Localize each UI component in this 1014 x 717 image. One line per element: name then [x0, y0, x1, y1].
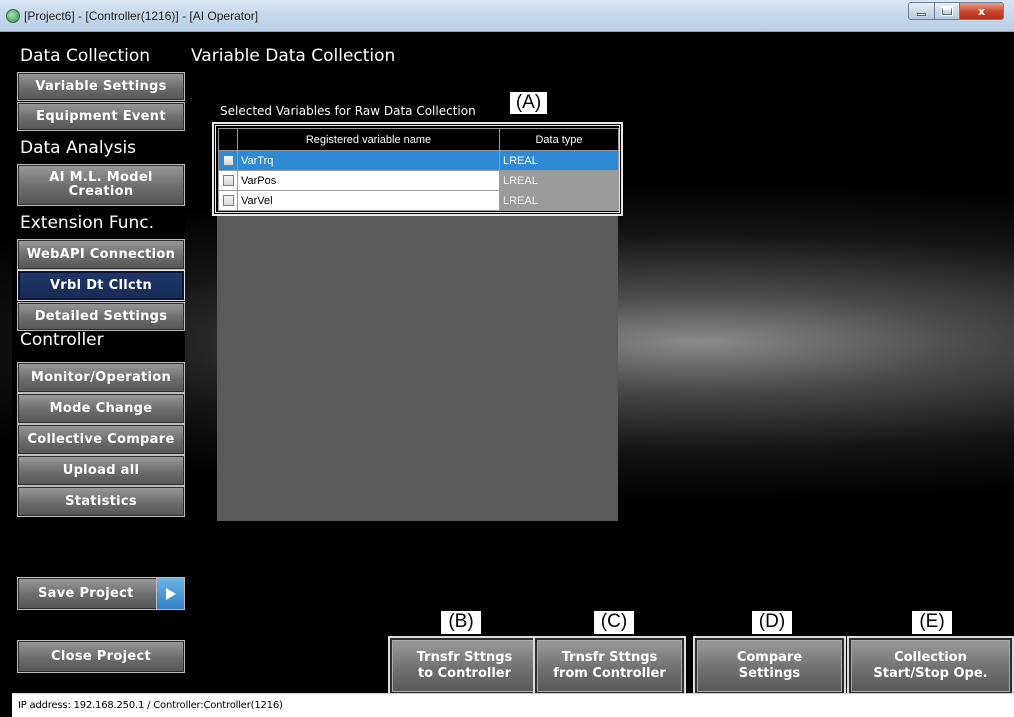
row-checkbox[interactable]	[222, 175, 234, 187]
table-row[interactable]: VarTrq LREAL	[218, 150, 619, 171]
connection-status-text: IP address: 192.168.250.1 / Controller:C…	[18, 700, 283, 711]
transfer-settings-from-controller-button[interactable]: Trnsfr Sttngs from Controller	[533, 636, 686, 696]
data-type-cell[interactable]: LREAL	[499, 190, 619, 211]
section-extension: Extension Func.	[20, 213, 155, 233]
column-header-variable-name[interactable]: Registered variable name	[237, 128, 500, 151]
sidebar-item-detailed-settings[interactable]: Detailed Settings	[17, 302, 185, 331]
close-icon: x	[977, 4, 986, 18]
sidebar-item-monitor-operation[interactable]: Monitor/Operation	[17, 362, 185, 393]
minimize-icon	[917, 13, 926, 16]
compare-settings-button[interactable]: Compare Settings	[693, 636, 846, 696]
maximize-icon	[941, 6, 953, 16]
table-row[interactable]: VarVel LREAL	[218, 190, 619, 211]
sidebar-item-variable-settings[interactable]: Variable Settings	[17, 72, 185, 101]
row-checkbox[interactable]	[222, 155, 234, 167]
sidebar-item-vrbl-dt-cllctn[interactable]: Vrbl Dt Cllctn	[17, 270, 185, 301]
sidebar-item-webapi-connection[interactable]: WebAPI Connection	[17, 239, 185, 270]
sidebar-item-collective-compare[interactable]: Collective Compare	[17, 424, 185, 455]
callout-e: (E)	[912, 611, 952, 634]
sidebar-item-statistics[interactable]: Statistics	[17, 486, 185, 517]
play-arrow-icon	[156, 578, 184, 609]
minimize-button[interactable]	[908, 2, 935, 20]
sidebar: Data Collection Variable Settings Equipm…	[12, 32, 185, 717]
sidebar-item-equipment-event[interactable]: Equipment Event	[17, 102, 185, 131]
collection-start-stop-button[interactable]: Collection Start/Stop Ope.	[847, 636, 1014, 696]
section-data-analysis: Data Analysis	[20, 138, 137, 158]
close-window-button[interactable]: x	[960, 2, 1004, 20]
table-caption: Selected Variables for Raw Data Collecti…	[220, 104, 476, 118]
maximize-button[interactable]	[935, 2, 960, 20]
table-header-row: Registered variable name Data type	[218, 128, 619, 151]
save-project-label: Save Project	[38, 585, 134, 601]
table-row[interactable]: VarPos LREAL	[218, 170, 619, 191]
table-empty-area	[217, 214, 618, 521]
variable-name-cell[interactable]: VarVel	[237, 190, 500, 211]
sidebar-item-mode-change[interactable]: Mode Change	[17, 393, 185, 424]
main-area: Data Collection Variable Settings Equipm…	[0, 32, 1014, 717]
callout-c: (C)	[594, 611, 634, 634]
close-project-button[interactable]: Close Project	[17, 640, 185, 673]
save-project-button[interactable]: Save Project	[17, 577, 185, 610]
app-icon	[6, 9, 20, 23]
row-checkbox[interactable]	[222, 195, 234, 207]
section-controller: Controller	[20, 330, 104, 350]
column-header-data-type[interactable]: Data type	[499, 128, 619, 151]
section-data-collection: Data Collection	[20, 46, 151, 66]
row-checkbox-cell[interactable]	[218, 150, 238, 171]
window-title-bar: [Project6] - [Controller(1216)] - [AI Op…	[0, 0, 1014, 32]
window-controls: x	[908, 2, 1004, 20]
row-checkbox-cell[interactable]	[218, 170, 238, 191]
callout-b: (B)	[441, 611, 481, 634]
variables-table-frame: Registered variable name Data type VarTr…	[212, 122, 623, 216]
data-type-cell[interactable]: LREAL	[499, 150, 619, 171]
window-title: [Project6] - [Controller(1216)] - [AI Op…	[24, 9, 259, 23]
sidebar-item-ai-model-creation[interactable]: AI M.L. Model Creation	[17, 164, 185, 206]
header-checkbox-column	[218, 128, 238, 151]
page-title: Variable Data Collection	[191, 46, 396, 66]
variable-name-cell[interactable]: VarTrq	[237, 150, 500, 171]
status-bar: IP address: 192.168.250.1 / Controller:C…	[12, 693, 1014, 717]
row-checkbox-cell[interactable]	[218, 190, 238, 211]
transfer-settings-to-controller-button[interactable]: Trnsfr Sttngs to Controller	[388, 636, 541, 696]
variable-name-cell[interactable]: VarPos	[237, 170, 500, 191]
variables-table: Registered variable name Data type VarTr…	[218, 128, 619, 211]
callout-d: (D)	[752, 611, 792, 634]
sidebar-item-upload-all[interactable]: Upload all	[17, 455, 185, 486]
data-type-cell[interactable]: LREAL	[499, 170, 619, 191]
callout-a: (A)	[510, 92, 547, 114]
